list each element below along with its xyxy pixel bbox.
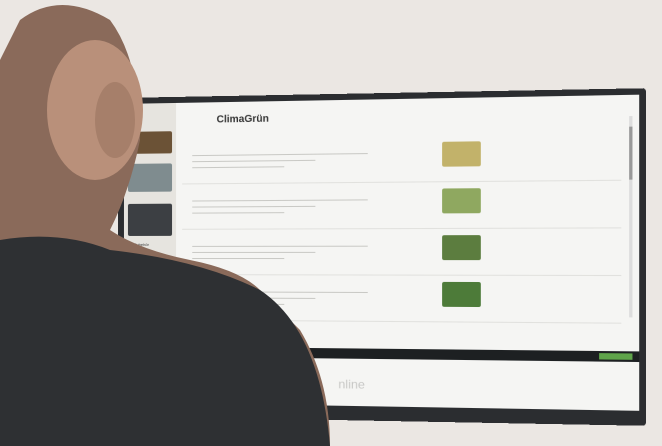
product-image[interactable] — [442, 281, 481, 308]
product-image[interactable] — [442, 188, 481, 214]
person-silhouette — [0, 5, 330, 446]
scrollbar-thumb[interactable] — [629, 126, 633, 180]
cta-button[interactable] — [599, 353, 633, 360]
photo-scene: Zubehör ClimaGrün nline — [0, 0, 662, 446]
footer-word: nline — [338, 377, 365, 392]
product-image[interactable] — [442, 235, 481, 261]
product-image[interactable] — [442, 141, 481, 167]
